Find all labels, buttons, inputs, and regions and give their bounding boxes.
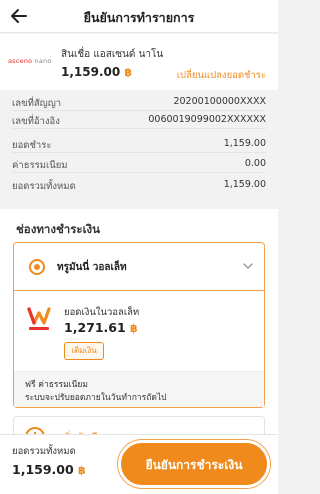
top-bar: ยืนยันการทำรายการ	[0, 0, 278, 33]
radio-selected-icon[interactable]	[29, 259, 45, 275]
fee-note-line2: ระบบจะปรับยอดภายในวันทำการถัดไป	[25, 393, 167, 403]
wallet-balance: 1,271.61 ฿	[64, 320, 138, 335]
topup-button[interactable]: เติมเงิน	[64, 342, 104, 360]
payment-details: เลขที่สัญญา 20200100000XXXX เลขที่อ้างอิง…	[0, 91, 278, 199]
detail-row-fee: ค่าธรรมเนียม 0.00	[12, 155, 266, 173]
detail-row-amount: ยอดชำระ 1,159.00	[12, 135, 266, 153]
wallet-balance-label: ยอดเงินในวอลเล็ท	[64, 307, 140, 318]
wallet-card[interactable]: ทรูมันนี่ วอลเล็ท ยอดเงินในวอลเล็ท 1,271…	[13, 242, 265, 408]
payment-channel-section: ช่องทางชำระเงิน ทรูมันนี่ วอลเล็ท ยอดเงิ…	[0, 209, 278, 459]
total-amount: 1,159.00 ฿	[12, 462, 86, 477]
truemoney-logo-icon	[27, 307, 51, 330]
detail-row-reference: เลขที่อ้างอิง 0060019099002XXXXXX	[12, 111, 266, 129]
ascend-nano-logo: asceno nano	[8, 57, 52, 65]
channel-title: ช่องทางชำระเงิน	[16, 222, 101, 236]
fee-note-line1: ฟรี ค่าธรรมเนียม	[25, 380, 88, 390]
chevron-down-icon[interactable]	[242, 261, 254, 271]
change-amount-link[interactable]: เปลี่ยนแปลงยอดชำระ	[177, 68, 266, 83]
detail-row-contract: เลขที่สัญญา 20200100000XXXX	[12, 93, 266, 111]
confirm-payment-button[interactable]: ยืนยันการชำระเงิน	[118, 440, 270, 488]
wallet-card-header[interactable]: ทรูมันนี่ วอลเล็ท	[14, 243, 264, 291]
bottom-bar: ยอดรวมทั้งหมด 1,159.00 ฿ ยืนยันการชำระเง…	[0, 434, 278, 494]
page-title: ยืนยันการทำรายการ	[83, 10, 195, 25]
fee-note: ฟรี ค่าธรรมเนียม ระบบจะปรับยอดภายในวันทำ…	[14, 371, 264, 407]
product-name: สินเชื่อ แอสเซนด์ นาโน	[61, 49, 164, 60]
product-amount: 1,159.00 ฿	[61, 65, 133, 79]
product-summary: asceno nano สินเชื่อ แอสเซนด์ นาโน 1,159…	[0, 34, 278, 90]
wallet-name: ทรูมันนี่ วอลเล็ท	[57, 262, 127, 273]
total-label: ยอดรวมทั้งหมด	[12, 446, 76, 457]
detail-row-total: ยอดรวมทั้งหมด 1,159.00	[12, 179, 266, 192]
